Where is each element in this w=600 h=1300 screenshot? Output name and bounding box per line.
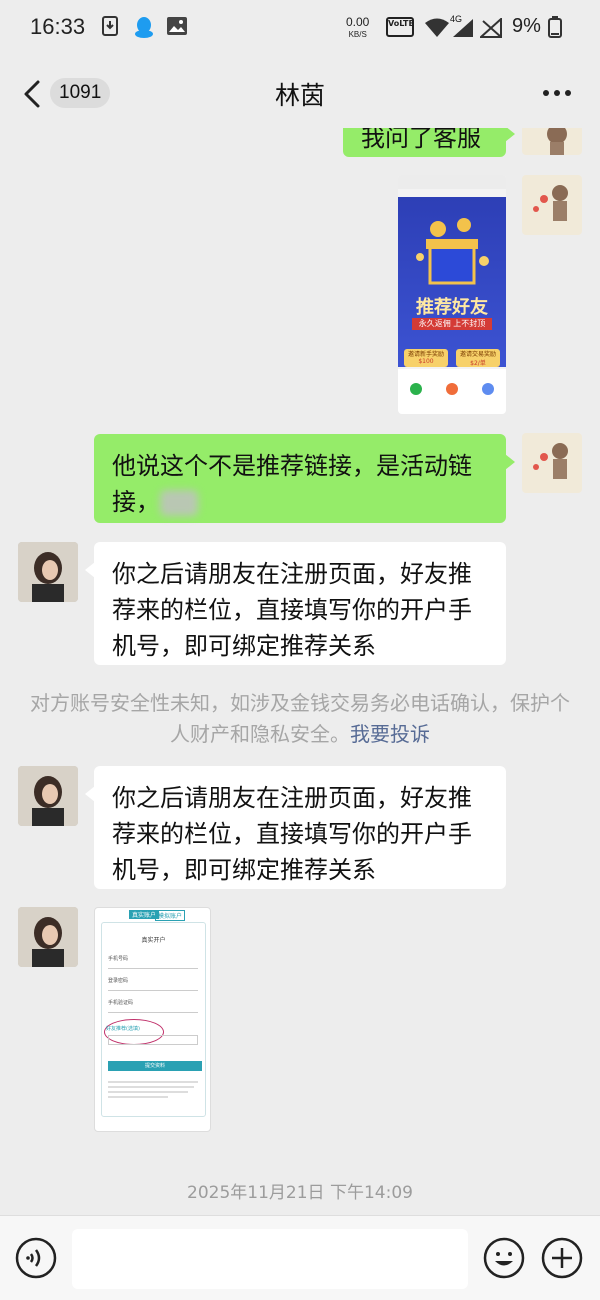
promo-card-left-value: $100 [418, 358, 434, 365]
form-input-line [108, 1007, 198, 1013]
notice-text: 对方账号安全性未知，如涉及金钱交易务必电话确认，保护个人财产和隐私安全。 [30, 691, 570, 746]
net-speed: 0.00 KB/S [346, 16, 369, 41]
form-tab-demo: 模拟账户 [155, 910, 186, 921]
status-bar: 16:33 0.00 KB/S VoLTE 4G 9% [0, 0, 600, 58]
security-notice: 对方账号安全性未知，如涉及金钱交易务必电话确认，保护个人财产和隐私安全。我要投诉 [30, 688, 570, 750]
no-signal-icon [478, 16, 504, 42]
timestamp: 2025年11月21日 下午14:09 [187, 1183, 413, 1203]
promo-banner: 推荐好友 永久返佣 上不封顶 邀请新手奖励 $100 邀请交易奖励 $2/单 [398, 197, 506, 367]
plus-icon [541, 1237, 583, 1279]
avatar[interactable] [18, 766, 78, 826]
chat-header: 1091 林茵 [0, 58, 600, 128]
form-title: 真实开户 [141, 937, 166, 944]
avatar[interactable] [522, 175, 582, 235]
volte-indicator: VoLTE [386, 17, 414, 37]
form-field-code: 手机验证码 [108, 1000, 134, 1006]
fineprint-lines [108, 1081, 198, 1098]
voice-icon [15, 1237, 57, 1279]
message-text: 你之后请朋友在注册页面，好友推荐来的栏位，直接填写你的开户手机号，即可绑定推荐关… [112, 784, 472, 884]
form-field-password: 登录密码 [108, 978, 129, 984]
emoji-icon [483, 1237, 525, 1279]
blurred-content [160, 490, 198, 516]
chat-title: 林茵 [274, 81, 325, 110]
promo-card-right-value: $2/单 [470, 360, 486, 367]
avatar-illustration [547, 128, 567, 155]
form-fineprint [108, 1079, 202, 1101]
more-button[interactable] [540, 78, 574, 108]
message-bubble-me[interactable]: 他说这个不是推荐链接，是活动链接， [94, 434, 515, 523]
avatar[interactable] [522, 128, 582, 155]
form-input-line [108, 985, 198, 991]
net-speed-unit: KB/S [348, 30, 367, 39]
share-sheet [398, 369, 506, 414]
wifi-icon [424, 18, 450, 42]
more-dots-icon [543, 90, 571, 96]
net-speed-value: 0.00 [346, 15, 370, 29]
input-bar [0, 1215, 600, 1300]
share-icons [410, 383, 494, 395]
promo-card-right: 邀请交易奖励 $2/单 [456, 349, 500, 367]
avatar-illustration [533, 443, 568, 479]
promo-card-right-label: 邀请交易奖励 [459, 351, 496, 358]
gift-box-illustration [416, 218, 489, 285]
form-referral-input [108, 1035, 198, 1045]
form-panel: 真实开户 手机号码 登录密码 手机验证码 好友推荐(选填) 提交资料 [101, 922, 206, 1117]
gallery-icon [166, 16, 188, 40]
avatar-photo [18, 907, 78, 967]
message-text: 我问了客服 [361, 128, 481, 152]
battery-percent: 9% [512, 15, 541, 37]
form-field-phone: 手机号码 [108, 956, 129, 962]
battery-icon [548, 16, 562, 42]
message-text: 你之后请朋友在注册页面，好友推荐来的栏位，直接填写你的开户手机号，即可绑定推荐关… [112, 560, 472, 660]
form-input-line [108, 963, 198, 969]
voice-button[interactable] [14, 1236, 58, 1280]
plus-button[interactable] [540, 1236, 584, 1280]
promo-subtitle: 永久返佣 上不封顶 [412, 318, 492, 330]
avatar[interactable] [18, 542, 78, 602]
message-image-promo[interactable]: 推荐好友 永久返佣 上不封顶 邀请新手奖励 $100 邀请交易奖励 $2/单 [398, 175, 506, 414]
avatar[interactable] [522, 433, 582, 493]
avatar-illustration [533, 185, 568, 221]
form-submit: 提交资料 [108, 1061, 202, 1071]
message-input[interactable] [72, 1229, 468, 1289]
message-bubble-peer[interactable]: 你之后请朋友在注册页面，好友推荐来的栏位，直接填写你的开户手机号，即可绑定推荐关… [85, 542, 506, 665]
promo-card-left: 邀请新手奖励 $100 [404, 349, 448, 367]
qq-icon [133, 16, 155, 44]
status-time: 16:33 [30, 14, 86, 39]
download-icon [102, 16, 118, 40]
report-link[interactable]: 我要投诉 [350, 722, 430, 746]
message-bubble-peer[interactable]: 你之后请朋友在注册页面，好友推荐来的栏位，直接填写你的开户手机号，即可绑定推荐关… [85, 766, 506, 889]
avatar-photo [18, 542, 78, 602]
message-image-signup-form[interactable]: 真实账户 模拟账户 真实开户 手机号码 登录密码 手机验证码 好友推荐(选填) … [94, 907, 211, 1132]
promo-card-left-label: 邀请新手奖励 [407, 351, 444, 358]
emoji-button[interactable] [482, 1236, 526, 1280]
chat-area[interactable]: 我问了客服 推荐好友 永久返佣 上不封顶 邀请新手奖励 $100 邀请交易奖励 … [0, 128, 600, 1215]
message-bubble-me[interactable]: 我问了客服 [343, 128, 515, 157]
avatar[interactable] [18, 907, 78, 967]
signal-icon [452, 18, 474, 42]
promo-title: 推荐好友 [416, 297, 488, 318]
avatar-photo [18, 766, 78, 826]
image-status-strip [398, 175, 506, 189]
form-referral-label: 好友推荐(选填) [106, 1026, 140, 1032]
